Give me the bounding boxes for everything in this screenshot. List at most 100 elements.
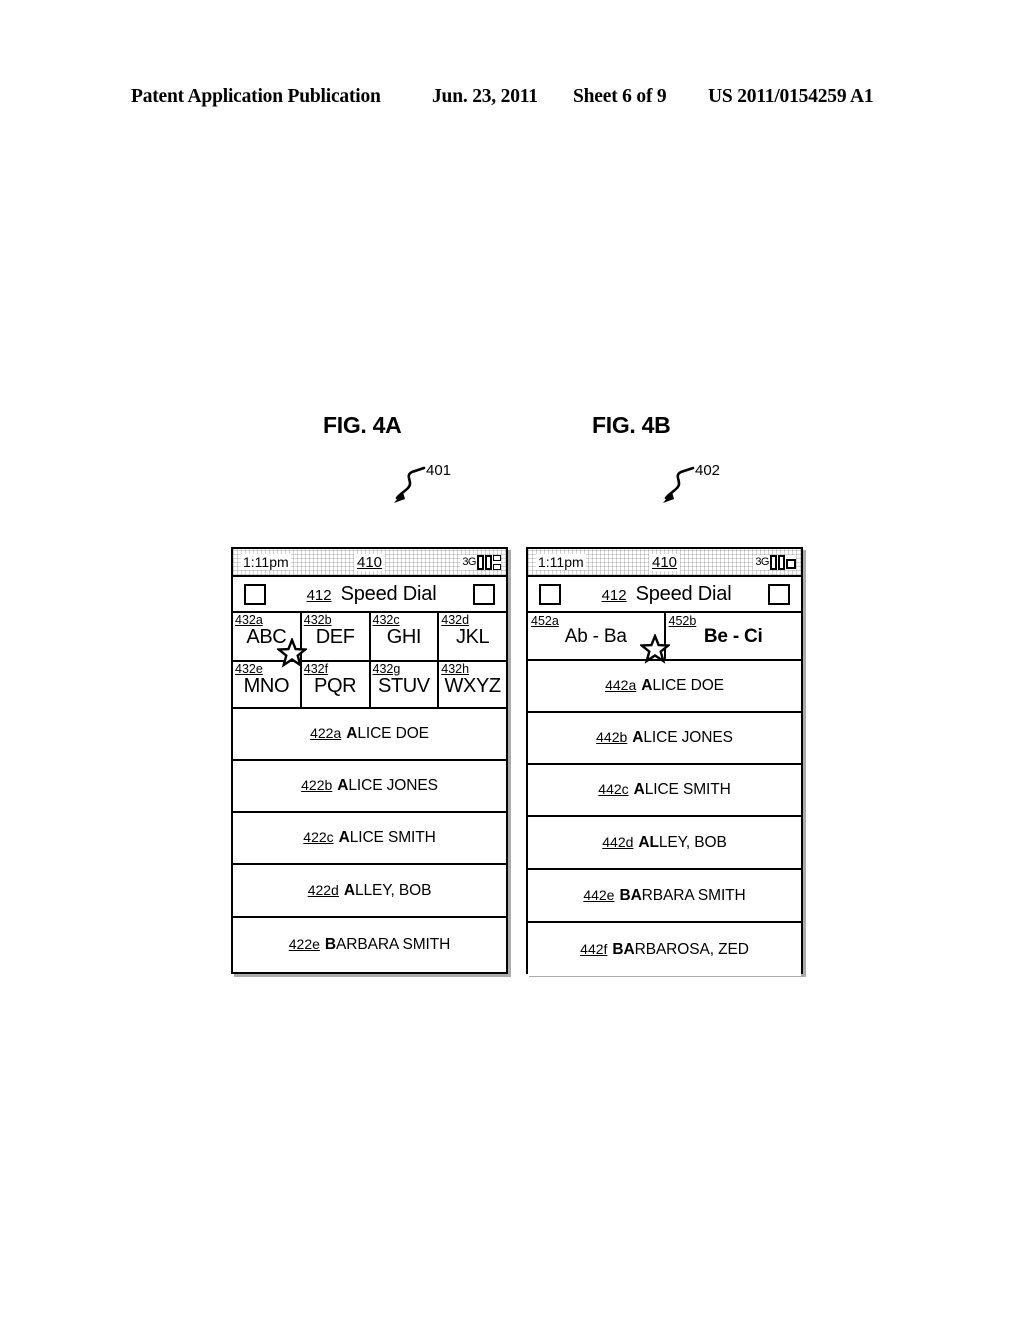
key-reference: 432g [372, 662, 401, 676]
signal-strength-icon [786, 558, 796, 569]
list-item[interactable]: 442a ALICE DOE [528, 661, 801, 713]
title-bar-reference: 412 [306, 586, 332, 604]
contact-name: BARBARA SMITH [324, 935, 451, 953]
keypad-key-jkl[interactable]: 432d JKL [439, 613, 506, 660]
signal-bars-icon [770, 554, 777, 570]
contact-reference: 442a [605, 677, 637, 693]
contact-reference: 422b [301, 777, 333, 793]
contact-name: ALICE JONES [632, 729, 733, 746]
title-bar-center: 412 Speed Dial [528, 583, 801, 606]
keypad-key-mno[interactable]: 432e MNO [233, 660, 302, 707]
contact-name: BARBAROSA, ZED [612, 940, 749, 958]
publication-date: Jun. 23, 2011 [432, 86, 538, 107]
contact-name: ALICE DOE [641, 677, 724, 694]
checkbox-icon-right[interactable] [473, 583, 495, 605]
phone-device-fig4b: 1:11pm 410 3G 412 Speed Dial 452a Ab - B… [526, 547, 803, 976]
key-label: STUV [378, 675, 430, 697]
figure-caption-4a: FIG. 4A [323, 412, 402, 438]
battery-icon [485, 554, 492, 570]
contact-reference: 442c [598, 781, 629, 797]
network-label: 3G [755, 556, 769, 568]
key-label: GHI [386, 626, 422, 648]
publication-title: Patent Application Publication [131, 86, 381, 107]
range-label: Be - Ci [703, 626, 763, 647]
key-reference: 432h [441, 662, 470, 676]
key-reference: 432a [235, 613, 263, 627]
signal-bars-icon [477, 554, 484, 570]
phone-device-fig4a: 1:11pm 410 3G 412 Speed Dial 432a ABC 43… [231, 547, 508, 974]
contact-reference: 442d [602, 833, 634, 850]
keypad-row: 432e MNO 432f PQR 432g STUV 432h WXYZ [233, 660, 506, 707]
list-item[interactable]: 442d ALLEY, BOB [528, 817, 801, 870]
list-item[interactable]: 422d ALLEY, BOB [233, 865, 506, 918]
title-bar: 412 Speed Dial [528, 577, 801, 613]
contact-name: ALICE SMITH [633, 781, 731, 798]
contact-list: 422a ALICE DOE 422b ALICE JONES 422c ALI… [233, 709, 506, 971]
list-item[interactable]: 422b ALICE JONES [233, 761, 506, 813]
key-reference: 432c [372, 613, 400, 627]
figure-caption-4b: FIG. 4B [592, 412, 671, 438]
list-item[interactable]: 442b ALICE JONES [528, 713, 801, 765]
page-header: Patent Application Publication Jun. 23, … [0, 86, 1024, 112]
title-bar: 412 Speed Dial [233, 577, 506, 613]
callout-number-402: 402 [695, 462, 721, 479]
key-label: PQR [314, 675, 357, 697]
battery-icon [778, 554, 785, 570]
keypad-key-abc[interactable]: 432a ABC [233, 613, 302, 660]
callout-number-401: 401 [426, 462, 452, 479]
keypad-key-ghi[interactable]: 432c GHI [370, 613, 440, 660]
contact-reference: 422c [303, 829, 334, 845]
contact-name: ALICE SMITH [338, 829, 436, 846]
key-label: WXYZ [444, 675, 502, 697]
list-item[interactable]: 422c ALICE SMITH [233, 813, 506, 865]
key-label: DEF [315, 626, 355, 648]
list-item[interactable]: 442f BARBAROSA, ZED [528, 923, 801, 976]
key-reference: 432d [441, 613, 470, 627]
list-item[interactable]: 422a ALICE DOE [233, 709, 506, 761]
page-title: Speed Dial [635, 582, 732, 605]
document-number: US 2011/0154259 A1 [708, 86, 874, 107]
keypad-key-pqr[interactable]: 432f PQR [301, 660, 371, 707]
keypad-key-wxyz[interactable]: 432h WXYZ [439, 660, 506, 707]
signal-strength-icon [493, 554, 501, 570]
alpha-range-row: 452a Ab - Ba 452b Be - Ci [528, 613, 801, 661]
key-reference: 432b [303, 613, 332, 627]
contact-reference: 422d [307, 881, 339, 898]
keypad-key-stuv[interactable]: 432g STUV [370, 660, 440, 707]
status-bar: 1:11pm 410 3G [528, 549, 801, 577]
range-button-ab-ba[interactable]: 452a Ab - Ba [528, 613, 666, 659]
contact-name: ALICE DOE [346, 725, 429, 742]
list-item[interactable]: 422e BARBARA SMITH [233, 918, 506, 971]
callout-leader-402: 402 [661, 462, 731, 508]
contact-reference: 442f [580, 940, 608, 957]
list-item[interactable]: 442c ALICE SMITH [528, 765, 801, 817]
status-indicators: 3G [753, 554, 796, 570]
status-indicators: 3G [460, 554, 501, 570]
keypad-key-def[interactable]: 432b DEF [301, 613, 371, 660]
page-title: Speed Dial [340, 582, 437, 605]
list-item[interactable]: 442e BARBARA SMITH [528, 870, 801, 923]
key-label: ABC [246, 626, 287, 648]
range-label: Ab - Ba [564, 626, 627, 647]
callout-leader-401: 401 [392, 462, 462, 508]
contact-reference: 422a [310, 725, 342, 741]
network-label: 3G [462, 556, 476, 568]
contact-name: BARBARA SMITH [619, 886, 746, 904]
contact-list: 442a ALICE DOE 442b ALICE JONES 442c ALI… [528, 661, 801, 976]
title-bar-center: 412 Speed Dial [233, 583, 506, 606]
status-bar: 1:11pm 410 3G [233, 549, 506, 577]
contact-reference: 422e [288, 935, 320, 952]
alpha-keypad: 432a ABC 432b DEF 432c GHI 432d JKL 432e… [233, 613, 506, 709]
checkbox-icon-right[interactable] [768, 583, 790, 605]
keypad-row: 432a ABC 432b DEF 432c GHI 432d JKL [233, 613, 506, 660]
contact-reference: 442b [596, 729, 628, 745]
sheet-number: Sheet 6 of 9 [573, 86, 667, 107]
contact-reference: 442e [583, 886, 615, 903]
key-label: JKL [455, 626, 490, 648]
contact-name: ALLEY, BOB [638, 833, 727, 851]
contact-name: ALLEY, BOB [343, 881, 432, 899]
key-reference: 432e [235, 662, 263, 676]
key-label: MNO [243, 675, 290, 697]
key-reference: 432f [303, 662, 329, 676]
range-button-be-ci[interactable]: 452b Be - Ci [665, 613, 801, 659]
